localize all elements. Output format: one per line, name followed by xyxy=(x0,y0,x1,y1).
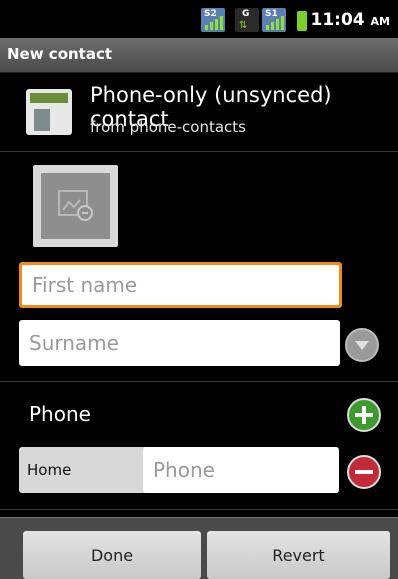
divider xyxy=(0,381,398,382)
add-phone-button[interactable] xyxy=(347,398,381,432)
phone-field[interactable] xyxy=(143,447,339,493)
surname-field[interactable] xyxy=(19,320,340,366)
phone-input[interactable] xyxy=(151,457,331,483)
plus-icon xyxy=(355,406,373,424)
signal-icon: S1 xyxy=(262,8,286,32)
chevron-down-icon xyxy=(355,341,369,350)
clock-time: 11:04 xyxy=(310,10,365,30)
phone-type-label: Home xyxy=(27,461,72,479)
status-bar: S2 G ⇅ S1 11:04 AM xyxy=(0,0,398,38)
contact-photo-button[interactable] xyxy=(33,165,118,247)
revert-button[interactable]: Revert xyxy=(207,531,390,579)
phone-section-label: Phone xyxy=(29,402,91,426)
expand-name-button[interactable] xyxy=(345,328,379,362)
battery-icon xyxy=(297,11,307,31)
bottom-bar: Done Revert xyxy=(0,517,398,579)
divider xyxy=(0,151,398,152)
clock: 11:04 AM xyxy=(310,10,390,30)
phone-type-button[interactable]: Home xyxy=(19,447,158,493)
done-button[interactable]: Done xyxy=(23,531,201,579)
first-name-field[interactable] xyxy=(19,262,342,308)
title-bar: New contact xyxy=(0,38,398,73)
divider xyxy=(0,509,398,510)
first-name-input[interactable] xyxy=(30,272,331,298)
photo-placeholder-icon xyxy=(41,173,110,239)
clock-ampm: AM xyxy=(370,15,390,28)
account-subtitle: from phone-contacts xyxy=(90,118,246,136)
data-transfer-icon: G ⇅ xyxy=(235,8,259,32)
page-title: New contact xyxy=(7,45,113,63)
account-icon xyxy=(26,89,72,135)
remove-phone-button[interactable] xyxy=(347,455,381,489)
surname-input[interactable] xyxy=(27,330,332,356)
signal-icon: S2 xyxy=(201,8,225,32)
account-header: Phone-only (unsynced) contact from phone… xyxy=(0,73,398,151)
minus-icon xyxy=(355,470,373,474)
data-label: G xyxy=(242,9,250,19)
